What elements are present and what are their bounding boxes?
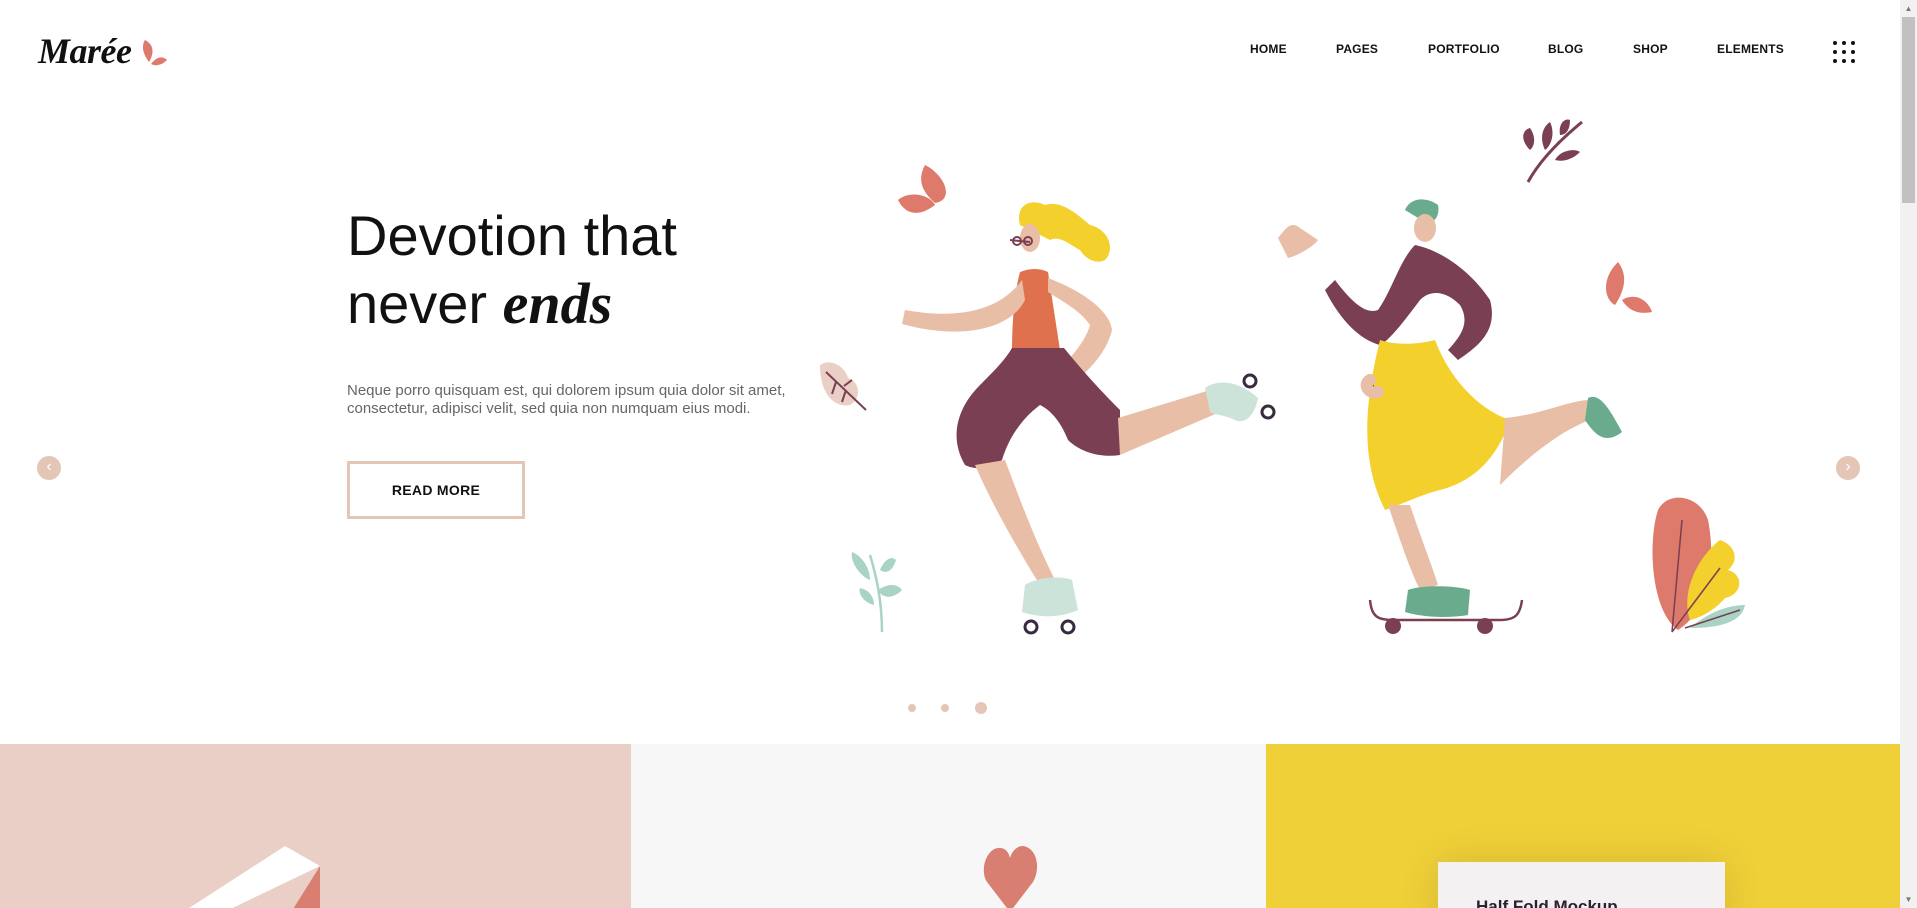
grid-menu-icon[interactable] — [1833, 41, 1855, 63]
feature-panel-grey[interactable] — [631, 744, 1266, 908]
read-more-button[interactable]: READ MORE — [347, 461, 525, 519]
page: Marée HOME PAGES PORTFOLIO BLOG SHOP ELE… — [0, 0, 1900, 908]
main-nav: HOME PAGES PORTFOLIO BLOG SHOP ELEMENTS — [0, 42, 1900, 62]
hero-description-line-1: Neque porro quisquam est, qui dolorem ip… — [347, 382, 786, 399]
nav-blog[interactable]: BLOG — [1548, 42, 1583, 56]
chevron-left-icon[interactable]: ‹ — [37, 456, 61, 480]
hero-title-line-1: Devotion that — [347, 204, 677, 267]
hero-illustration — [820, 119, 1745, 635]
leaf-icon — [1605, 262, 1652, 313]
mockup-title: Half Fold Mockup — [1476, 897, 1618, 908]
slide-dot-3[interactable] — [975, 702, 987, 714]
chevron-right-icon[interactable]: › — [1836, 456, 1860, 480]
bush-icon — [1652, 497, 1745, 633]
leaf-icon — [820, 362, 867, 411]
nav-pages[interactable]: PAGES — [1336, 42, 1378, 56]
scroll-thumb[interactable] — [1902, 17, 1915, 203]
hero-title: Devotion that never ends — [347, 202, 677, 338]
box-shape-icon — [189, 846, 320, 908]
boy-skater-figure — [1278, 199, 1622, 634]
feature-panel-pink[interactable] — [0, 744, 631, 908]
slide-dot-1[interactable] — [908, 704, 916, 712]
leaf-icon — [898, 165, 946, 213]
nav-elements[interactable]: ELEMENTS — [1717, 42, 1784, 56]
hero-title-plain: never — [347, 272, 488, 335]
hero-title-line-2: never ends — [347, 270, 677, 338]
branch-icon — [1523, 119, 1583, 183]
nav-shop[interactable]: SHOP — [1633, 42, 1668, 56]
feature-panel-yellow[interactable]: Half Fold Mockup — [1266, 744, 1900, 908]
slide-dot-2[interactable] — [941, 704, 949, 712]
vertical-scrollbar[interactable]: ▲ ▼ — [1900, 0, 1917, 908]
nav-home[interactable]: HOME — [1245, 42, 1292, 60]
hero-title-emphasis: ends — [502, 271, 613, 336]
girl-skater-figure — [902, 202, 1276, 635]
nav-portfolio[interactable]: PORTFOLIO — [1428, 42, 1500, 56]
hero-description-line-2: consectetur, adipisci velit, sed quia no… — [347, 400, 751, 417]
scroll-down-arrow-icon[interactable]: ▼ — [1900, 891, 1917, 908]
heart-icon — [983, 846, 1037, 908]
mockup-card: Half Fold Mockup — [1438, 862, 1725, 908]
scroll-up-arrow-icon[interactable]: ▲ — [1900, 0, 1917, 17]
plant-icon — [851, 552, 902, 633]
hero-description: Neque porro quisquam est, qui dolorem ip… — [347, 382, 807, 418]
